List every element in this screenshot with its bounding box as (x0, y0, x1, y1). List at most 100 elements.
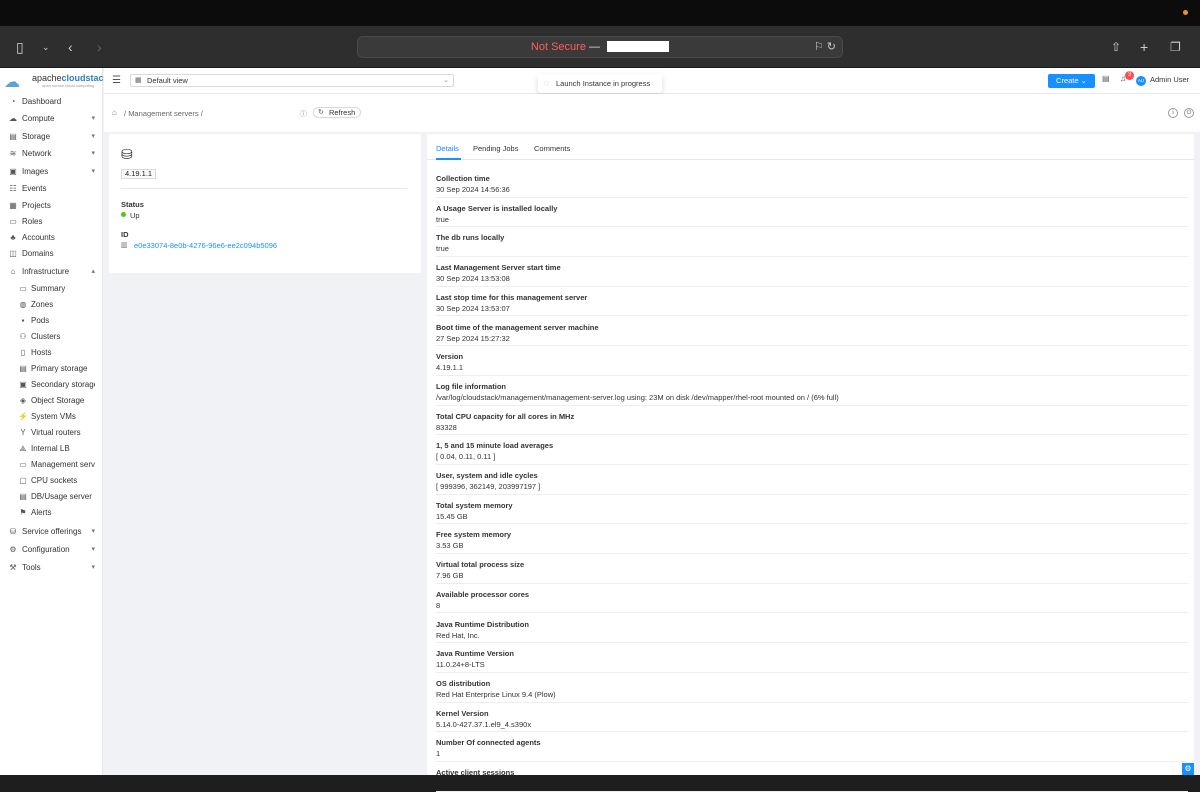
cluster-icon: ⚇ (19, 332, 27, 341)
new-tab-icon[interactable]: + (1140, 26, 1148, 68)
details-card: Details Pending Jobs Comments Collection… (427, 134, 1194, 792)
tab-pending-jobs[interactable]: Pending Jobs (473, 144, 518, 153)
detail-key: User, system and idle cycles (436, 471, 538, 480)
sidebar-item-accounts[interactable]: ♣ Accounts (0, 230, 103, 246)
address-bar[interactable]: Not Secure — ⚐ ↻ (357, 36, 843, 58)
divider (121, 188, 407, 189)
tab-details[interactable]: Details (436, 144, 459, 153)
sidebar-item-events[interactable]: ☷ Events (0, 181, 103, 197)
id-link[interactable]: e0e33074-8e0b-4276-96e6-ee2c094b5096 (134, 241, 277, 250)
detail-value: 8 (436, 600, 441, 610)
detail-row: Active client sessions (436, 762, 1188, 792)
gear-icon[interactable]: ⚙ (1182, 763, 1194, 775)
detail-row: Last stop time for this management serve… (436, 287, 1188, 317)
logo-tagline: open source cloud computing (42, 83, 95, 88)
sidebar-item-virtual-routers[interactable]: Y Virtual routers (0, 425, 103, 441)
detail-value: true (436, 214, 449, 224)
tab-comments[interactable]: Comments (534, 144, 570, 153)
flag-icon: ⚑ (19, 508, 27, 517)
sidebar-item-network[interactable]: ≋ Network ▾ (0, 146, 103, 162)
chevron-down-icon[interactable]: ⌄ (42, 26, 50, 68)
inbox-icon: ▢ (19, 476, 27, 485)
sidebar-item-db-usage-server[interactable]: ▤ DB/Usage server (0, 489, 103, 505)
detail-value: 30 Sep 2024 13:53:08 (436, 274, 510, 284)
back-icon[interactable]: ‹ (68, 26, 73, 68)
dashboard-icon: ◔ (10, 97, 16, 106)
project-icon: ▦ (9, 201, 17, 210)
sidebar-item-management-servers[interactable]: ▭Management servers (0, 457, 103, 473)
detail-row: The db runs locally true (436, 227, 1188, 258)
detail-row: Java Runtime Version 11.0.24+8-LTS (436, 643, 1188, 673)
share-alt-icon: ⟁ (19, 444, 27, 453)
logo[interactable]: ☁ apachecloudstack open source cloud com… (4, 70, 109, 92)
database-icon: ▤ (9, 132, 17, 141)
sidebar-item-summary[interactable]: ▭ Summary (0, 281, 103, 297)
question-icon[interactable]: ⓘ (300, 109, 307, 119)
barcode-icon[interactable]: ▥ (121, 241, 128, 249)
sidebar-item-cpu-sockets[interactable]: ▢ CPU sockets (0, 473, 103, 489)
sidebar-item-domains[interactable]: ◫ Domains (0, 246, 103, 262)
detail-key: Java Runtime Distribution (436, 619, 529, 629)
sidebar-item-infrastructure[interactable]: ⌂ Infrastructure ▴ (0, 264, 103, 280)
create-button[interactable]: Create ⌄ (1048, 74, 1095, 88)
sidebar-item-primary-storage[interactable]: ▤ Primary storage (0, 361, 103, 377)
sidebar-toggle-icon[interactable]: ▯ (16, 26, 24, 68)
detail-row: Available processor cores 8 (436, 584, 1188, 614)
sidebar-item-clusters[interactable]: ⚇ Clusters (0, 329, 103, 345)
detail-key: A Usage Server is installed locally (436, 203, 558, 213)
detail-key: 1, 5 and 15 minute load averages (436, 441, 554, 451)
breadcrumb-management-servers[interactable]: Management servers (128, 109, 198, 118)
sidebar-item-tools[interactable]: ⚒ Tools ▾ (0, 560, 103, 576)
address-separator: — (589, 41, 601, 53)
app-header: ☰ ▦ Default view ⌄ ◌ Launch Instance in … (104, 68, 1200, 94)
chevron-down-icon: ▾ (91, 115, 95, 122)
tasks-icon[interactable]: ▤ (1102, 74, 1110, 83)
menu-fold-icon[interactable]: ☰ (112, 75, 121, 86)
share-icon[interactable]: ⇧ (1111, 26, 1121, 68)
power-icon[interactable]: ⏻ (1184, 108, 1194, 118)
sidebar-item-secondary-storage[interactable]: ▣ Secondary storage (0, 377, 103, 393)
avatar[interactable]: AU (1136, 76, 1146, 86)
sidebar-item-storage[interactable]: ▤ Storage ▾ (0, 129, 103, 145)
sidebar-item-object-storage[interactable]: ◈ Object Storage (0, 393, 103, 409)
sidebar-item-alerts[interactable]: ⚑ Alerts (0, 505, 103, 521)
loading-icon: ◌ (544, 79, 549, 88)
sidebar-item-compute[interactable]: ☁ Compute ▾ (0, 111, 103, 127)
block-icon: ◫ (9, 249, 17, 258)
sidebar-item-service-offerings[interactable]: ⛁ Service offerings ▾ (0, 524, 103, 540)
detail-row: User, system and idle cycles [ 999396, 36… (436, 465, 1188, 495)
info-icon[interactable]: i (1168, 108, 1178, 118)
database-icon: ▤ (19, 492, 27, 501)
cloud-icon: ☁ (9, 114, 17, 123)
sidebar-item-dashboard[interactable]: ◔ Dashboard (0, 94, 103, 110)
sidebar-item-projects[interactable]: ▦ Projects (0, 198, 103, 214)
home-icon[interactable]: ⌂ (112, 108, 117, 117)
global-icon: ◍ (19, 300, 27, 309)
detail-row: OS distribution Red Hat Enterprise Linux … (436, 673, 1188, 703)
sidebar-item-pods[interactable]: ▪ Pods (0, 313, 103, 329)
rocket-icon: ▭ (19, 460, 27, 469)
detail-key: Virtual total process size (436, 560, 525, 570)
sidebar-item-images[interactable]: ▣ Images ▾ (0, 164, 103, 180)
project-view-select[interactable]: ▦ Default view ⌄ (130, 74, 454, 87)
forward-icon[interactable]: › (97, 26, 102, 68)
user-menu[interactable]: Admin User (1150, 75, 1189, 84)
detail-key: Version (436, 352, 464, 362)
sidebar-item-hosts[interactable]: ▯ Hosts (0, 345, 103, 361)
sidebar-item-zones[interactable]: ◍ Zones (0, 297, 103, 313)
tab-overview-icon[interactable]: ❐ (1170, 26, 1181, 68)
sidebar-item-system-vms[interactable]: ⚡ System VMs (0, 409, 103, 425)
detail-value: 5.14.0-427.37.1.el9_4.s390x (436, 719, 532, 729)
project-icon: ▦ (135, 77, 142, 84)
detail-row: Total system memory 15.45 GB (436, 495, 1188, 525)
detail-key: Available processor cores (436, 589, 530, 599)
chevron-down-icon: ▾ (91, 564, 95, 571)
sidebar-item-roles[interactable]: ▭ Roles (0, 214, 103, 230)
notification-count-badge: 3 (1125, 71, 1134, 80)
sidebar-item-configuration[interactable]: ⚙ Configuration ▾ (0, 542, 103, 558)
detail-row: Virtual total process size 7.96 GB (436, 554, 1188, 584)
translate-reload-icon[interactable]: ⚐ ↻ (814, 37, 836, 57)
detail-key: Boot time of the management server machi… (436, 322, 599, 332)
sidebar-item-internal-lb[interactable]: ⟁ Internal LB (0, 441, 103, 457)
refresh-button[interactable]: ↻ Refresh (313, 107, 361, 118)
